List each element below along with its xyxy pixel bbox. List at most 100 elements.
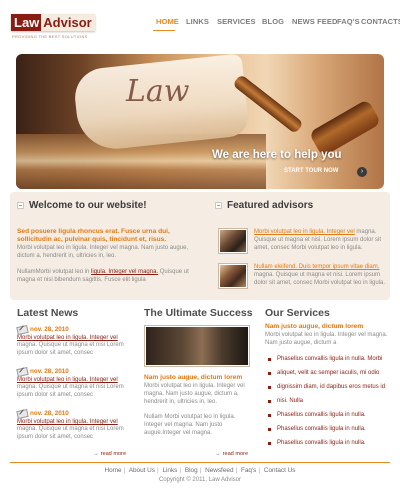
hero-headline: We are here to help you — [212, 149, 342, 161]
news-text: magna. Quisque ut magna et nisi Lorem ip… — [17, 384, 124, 398]
success-read-more-link[interactable]: → read more — [215, 451, 248, 457]
welcome-paragraph: Morbi volutpat leo in ligula. Integer ve… — [17, 245, 189, 259]
advisor-link[interactable]: Nullam eleifend. Duis tempor ipsum vitae… — [254, 264, 379, 270]
nav-item-faqs[interactable]: FAQ'S — [337, 17, 360, 26]
advisor-text: Morbi volutpat leo in ligula. Integer ve… — [254, 229, 388, 252]
news-link[interactable]: Morbi volutpat leo in ligula. Integer ve… — [17, 419, 118, 425]
advisor-item: Nullam eleifend. Duis tempor ipsum vitae… — [218, 263, 388, 289]
news-date: nov. 28, 2010 — [17, 366, 129, 376]
advisor-photo[interactable] — [218, 263, 248, 289]
pencil-paper-icon — [17, 325, 27, 333]
bullet-icon — [268, 371, 271, 375]
footer-link-links[interactable]: Links — [162, 467, 177, 474]
service-item-label: Phasellus convallis ligula in nulla. — [277, 440, 366, 446]
news-date: nov. 28, 2010 — [17, 324, 129, 334]
news-date-text: nov. 28, 2010 — [30, 367, 69, 375]
welcome-inline-link[interactable]: ligula. Integer vel magna. — [91, 269, 158, 275]
news-date-text: nov. 28, 2010 — [30, 409, 69, 417]
main-nav: HOME LINKS SERVICES BLOG NEWS FEED FAQ'S… — [151, 17, 400, 31]
advisor-link[interactable]: Morbi volutpat leo in ligula. Integer ve… — [254, 229, 355, 235]
logo-box: Law Advisor — [11, 14, 95, 31]
bullet-icon — [268, 413, 271, 417]
news-read-more-link[interactable]: → read more — [93, 451, 126, 457]
welcome-paragraph-2: NullamMorbi volutpat leo in ligula. Inte… — [17, 269, 194, 285]
nav-item-contacts[interactable]: CONTACTS — [361, 17, 400, 26]
news-item: nov. 28, 2010 Morbi volutpat leo in ligu… — [17, 408, 129, 441]
start-tour-button[interactable]: START TOUR NOW — [284, 168, 338, 174]
nav-item-links[interactable]: LINKS — [186, 17, 209, 26]
advisor-item: Morbi volutpat leo in ligula. Integer ve… — [218, 228, 388, 254]
service-item[interactable]: aliquet, velit ac semper iaculis, mi odi… — [265, 370, 390, 376]
arrow-right-icon[interactable]: › — [357, 167, 367, 177]
news-link[interactable]: Morbi volutpat leo in ligula. Integer ve… — [17, 377, 118, 383]
bullet-icon — [268, 427, 271, 431]
advisors-title: Featured advisors — [227, 200, 314, 211]
read-more-text: read more — [222, 451, 249, 457]
service-item-label: Phasellus convallis ligula in nulla. — [277, 412, 366, 418]
bullet-icon — [268, 385, 271, 389]
footer-copyright: Copyright © 2011, Law Advisor — [158, 477, 242, 483]
advisor-photo[interactable] — [218, 228, 248, 254]
footer-link-blog[interactable]: Blog — [185, 467, 198, 474]
hero-script-text: Law — [126, 74, 190, 109]
bullet-icon — [268, 399, 271, 403]
footer-link-faqs[interactable]: Faq's — [241, 467, 256, 474]
logo-text-advisor: Advisor — [41, 14, 95, 31]
news-text: magna. Quisque ut magna et nisi Lorem ip… — [17, 426, 124, 440]
nav-item-news-feed[interactable]: NEWS FEED — [292, 17, 338, 26]
service-item[interactable]: nisi. Nulla — [265, 398, 390, 404]
success-photo[interactable] — [144, 325, 250, 367]
nav-active-underline — [153, 30, 175, 31]
welcome-heading: Welcome to our website! — [17, 200, 147, 211]
nav-item-blog[interactable]: BLOG — [262, 17, 284, 26]
service-item[interactable]: dignissim diam, id dapibus eros metus id — [265, 384, 390, 390]
pencil-paper-icon — [17, 367, 27, 375]
footer-link-home[interactable]: Home — [105, 467, 122, 474]
service-item-label: nisi. Nulla — [277, 398, 304, 404]
advisors-heading: Featured advisors — [215, 200, 313, 211]
hero-banner: Law We are here to help you START TOUR N… — [16, 54, 384, 189]
success-paragraph-2: Nullam Morbi volutpat leo in ligula. Int… — [144, 414, 236, 436]
service-item[interactable]: Phasellus convallis ligula in nulla. — [265, 426, 390, 432]
service-item-label: Phasellus convallis ligula in nulla. — [277, 426, 366, 432]
bullet-icon — [268, 441, 271, 445]
footer-link-about[interactable]: About Us — [129, 467, 155, 474]
arrow-right-icon: → — [215, 451, 221, 457]
service-item[interactable]: Phasellus convallis ligula in nulla. — [265, 412, 390, 418]
services-title: Our Services — [265, 307, 330, 319]
footer-link-contact[interactable]: Contact Us — [264, 467, 296, 474]
nav-item-services[interactable]: SERVICES — [217, 17, 256, 26]
document-icon — [215, 202, 222, 209]
welcome-p2-start: NullamMorbi volutpat leo in — [17, 269, 90, 275]
service-item-label: aliquet, velit ac semper iaculis, mi odi… — [277, 370, 380, 376]
arrow-right-icon: → — [93, 451, 99, 457]
success-subhead: Nam justo augue, dictum lorem — [144, 374, 243, 381]
services-intro: Morbi volutpat leo in ligula. Integer ve… — [265, 332, 388, 346]
news-item: nov. 28, 2010 Morbi volutpat leo in ligu… — [17, 324, 129, 357]
welcome-title: Welcome to our website! — [29, 200, 147, 211]
success-paragraph: Morbi volutpat leo in ligula. Integer ve… — [144, 383, 245, 405]
latest-news-title: Latest News — [17, 307, 79, 319]
read-more-text: read more — [100, 451, 127, 457]
news-link[interactable]: Morbi volutpat leo in ligula. Integer ve… — [17, 335, 118, 341]
news-date: nov. 28, 2010 — [17, 408, 129, 418]
success-title: The Ultimate Success — [144, 307, 253, 319]
welcome-lead-text: Sed posuere ligula rhoncus erat. Fusce u… — [17, 228, 170, 244]
service-item[interactable]: Phasellus convallis ligula in nulla. — [265, 440, 390, 446]
logo[interactable]: Law Advisor PROVIDING THE BEST SOLUTIONS — [11, 14, 95, 40]
footer-divider — [10, 462, 390, 463]
logo-text-law: Law — [11, 14, 42, 31]
bullet-icon — [268, 357, 271, 361]
footer-link-newsfeed[interactable]: Newsfeed — [205, 467, 233, 474]
nav-item-home[interactable]: HOME — [156, 17, 179, 26]
document-icon — [17, 202, 24, 209]
advisor-text: Nullam eleifend. Duis tempor ipsum vitae… — [254, 264, 388, 287]
news-text: magna. Quisque ut magna et nisi Lorem ip… — [17, 342, 124, 356]
logo-tagline: PROVIDING THE BEST SOLUTIONS — [12, 34, 88, 39]
advisor-description: magna. Quisque ut magna et nisi. Lorem i… — [254, 271, 386, 286]
service-item-label: dignissim diam, id dapibus eros metus id — [277, 384, 386, 390]
footer-nav: Home | About Us | Links | Blog | Newsfeed | F… — [104, 467, 296, 474]
news-item: nov. 28, 2010 Morbi volutpat leo in ligu… — [17, 366, 129, 399]
service-item[interactable]: Phasellus convallis ligula in nulla. Mor… — [265, 356, 390, 362]
news-date-text: nov. 28, 2010 — [30, 325, 69, 333]
